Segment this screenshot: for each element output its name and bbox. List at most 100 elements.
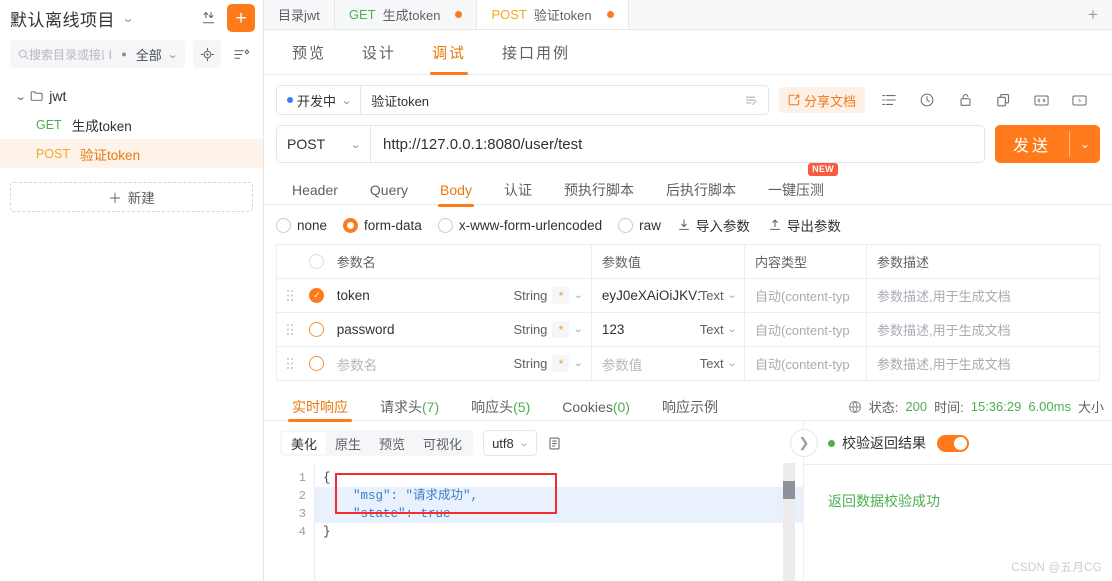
checkbox-icon xyxy=(309,322,325,337)
new-item-label: 新建 xyxy=(127,191,155,206)
scrollbar-thumb[interactable] xyxy=(783,481,795,499)
tab-design[interactable]: 设计 xyxy=(344,30,414,75)
verify-toggle[interactable] xyxy=(937,434,969,452)
clock-icon[interactable] xyxy=(913,86,941,114)
content-type-cell[interactable]: 自动(content-typ xyxy=(745,279,868,312)
copy-icon[interactable] xyxy=(547,436,562,451)
row-checkbox[interactable] xyxy=(303,347,331,380)
chevron-down-icon[interactable]: ⌄ xyxy=(122,11,135,25)
tab-auth[interactable]: 认证 xyxy=(488,175,548,205)
value-type-select[interactable]: Text ⌄ xyxy=(700,356,744,371)
copy-icon[interactable] xyxy=(989,86,1017,114)
method-label: POST xyxy=(36,146,71,161)
lightning-icon[interactable] xyxy=(1065,86,1093,114)
http-method-select[interactable]: POST ⌄ xyxy=(277,126,371,162)
param-value-input[interactable]: eyJ0eXAiOiJKV1Qi xyxy=(602,288,700,303)
tab-body[interactable]: Body xyxy=(424,175,488,207)
param-type-select[interactable]: String * ⌄ xyxy=(513,287,590,304)
lock-icon[interactable] xyxy=(951,86,979,114)
tab-realtime-response[interactable]: 实时响应 xyxy=(276,393,364,422)
body-type-raw[interactable]: raw xyxy=(618,217,661,233)
list-icon[interactable] xyxy=(875,86,903,114)
value-type-select[interactable]: Text ⌄ xyxy=(700,322,744,337)
tab-preview[interactable]: 预览 xyxy=(274,30,344,75)
new-tab-button[interactable]: + xyxy=(1080,0,1106,30)
request-title-input[interactable]: 验证token xyxy=(361,91,744,110)
param-value-input[interactable]: 参数值 xyxy=(602,354,643,374)
tab-debug[interactable]: 调试 xyxy=(414,30,484,75)
chevron-down-icon[interactable]: ⌄ xyxy=(15,90,27,103)
chevron-down-icon[interactable]: ⌄ xyxy=(167,48,179,61)
tab-directory-jwt[interactable]: 目录jwt xyxy=(264,0,335,29)
format-raw[interactable]: 原生 xyxy=(326,432,370,454)
sort-icon[interactable] xyxy=(229,40,253,68)
param-name-input[interactable]: token xyxy=(337,288,370,303)
body-type-none[interactable]: none xyxy=(276,217,327,233)
chevron-down-icon: ⌄ xyxy=(573,290,585,301)
param-value-input[interactable]: 123 xyxy=(602,322,625,337)
collapse-panel-chevron-right-icon[interactable]: ❯ xyxy=(790,429,818,457)
param-name-input[interactable]: password xyxy=(337,322,395,337)
tab-api-cases[interactable]: 接口用例 xyxy=(484,30,588,75)
tree-folder-jwt[interactable]: ⌄ jwt xyxy=(0,82,263,110)
tab-pre-script[interactable]: 预执行脚本 xyxy=(548,175,650,205)
drag-handle[interactable] xyxy=(277,279,303,312)
content-type-cell[interactable]: 自动(content-typ xyxy=(745,347,868,380)
line-number: 4 xyxy=(298,525,306,539)
param-name-input[interactable]: 参数名 xyxy=(337,354,378,374)
url-input[interactable]: http://127.0.0.1:8080/user/test xyxy=(371,136,984,153)
param-name-cell: 参数名 String * ⌄ xyxy=(331,347,592,380)
row-checkbox[interactable]: ✓ xyxy=(303,279,331,312)
tab-cookies[interactable]: Cookies (0) xyxy=(546,393,646,421)
drag-handle[interactable] xyxy=(277,347,303,380)
row-checkbox[interactable] xyxy=(303,313,331,346)
sidebar-item-generate-token[interactable]: GET 生成token xyxy=(0,110,263,139)
tab-stress-test[interactable]: 一键压测 NEW xyxy=(752,162,840,205)
description-cell[interactable]: 参数描述,用于生成文档 xyxy=(867,313,1099,346)
tab-query[interactable]: Query xyxy=(354,175,424,205)
tab-response-headers[interactable]: 响应头 (5) xyxy=(455,393,546,421)
environment-selector[interactable]: 开发中 ⌄ xyxy=(277,86,362,114)
drag-handle[interactable] xyxy=(277,313,303,346)
tab-header[interactable]: Header xyxy=(276,175,354,205)
param-type-select[interactable]: String * ⌄ xyxy=(513,321,590,338)
tab-generate-token[interactable]: GET 生成token xyxy=(334,0,478,29)
edit-description-icon[interactable] xyxy=(744,93,768,108)
param-type-select[interactable]: String * ⌄ xyxy=(513,355,590,372)
description-cell[interactable]: 参数描述,用于生成文档 xyxy=(867,279,1099,312)
body-type-urlencoded[interactable]: x-www-form-urlencoded xyxy=(437,217,602,233)
send-button[interactable]: 发送 xyxy=(995,125,1069,163)
select-all-checkbox[interactable] xyxy=(303,245,331,278)
import-params-button[interactable]: 导入参数 xyxy=(677,215,750,235)
export-params-button[interactable]: 导出参数 xyxy=(768,215,841,235)
sidebar-item-verify-token[interactable]: POST 验证token xyxy=(0,139,263,168)
vertical-scrollbar[interactable] xyxy=(783,463,795,581)
content-type-value: 自动(content-typ xyxy=(755,323,850,338)
value-type-select[interactable]: Text ⌄ xyxy=(700,288,744,303)
code-icon[interactable] xyxy=(1027,86,1055,114)
new-item-button[interactable]: ＋ 新建 xyxy=(10,182,253,212)
upload-icon[interactable] xyxy=(195,5,221,31)
tab-verify-token[interactable]: POST 验证token xyxy=(477,0,629,29)
tab-post-script[interactable]: 后执行脚本 xyxy=(650,175,752,205)
search-input[interactable]: 搜索目录或接口 | ● 全部 ⌄ xyxy=(10,40,185,68)
column-header-description: 参数描述 xyxy=(877,255,930,270)
share-doc-button[interactable]: 分享文档 xyxy=(779,87,866,113)
filter-label[interactable]: 全部 xyxy=(136,45,162,64)
format-beautify[interactable]: 美化 xyxy=(282,432,327,454)
format-preview[interactable]: 预览 xyxy=(370,432,414,454)
send-options-chevron-down-icon[interactable]: ⌄ xyxy=(1070,125,1100,163)
json-viewer[interactable]: 1 2 3 4 { "msg": "请求成功", "state": true } xyxy=(264,463,803,581)
encoding-select[interactable]: utf8 ⌄ xyxy=(483,430,538,456)
tab-response-examples[interactable]: 响应示例 xyxy=(646,393,734,421)
description-cell[interactable]: 参数描述,用于生成文档 xyxy=(867,347,1099,380)
format-visualize[interactable]: 可视化 xyxy=(414,432,471,454)
content-type-cell[interactable]: 自动(content-typ xyxy=(745,313,868,346)
tab-request-headers[interactable]: 请求头 (7) xyxy=(364,393,455,421)
status-label: 状态: xyxy=(868,400,899,415)
param-name-cell: password String * ⌄ xyxy=(331,313,592,346)
add-api-button[interactable]: + xyxy=(227,4,255,32)
body-type-form-data[interactable]: form-data xyxy=(343,217,422,233)
locate-icon[interactable] xyxy=(193,40,221,68)
new-badge: NEW xyxy=(808,162,838,177)
